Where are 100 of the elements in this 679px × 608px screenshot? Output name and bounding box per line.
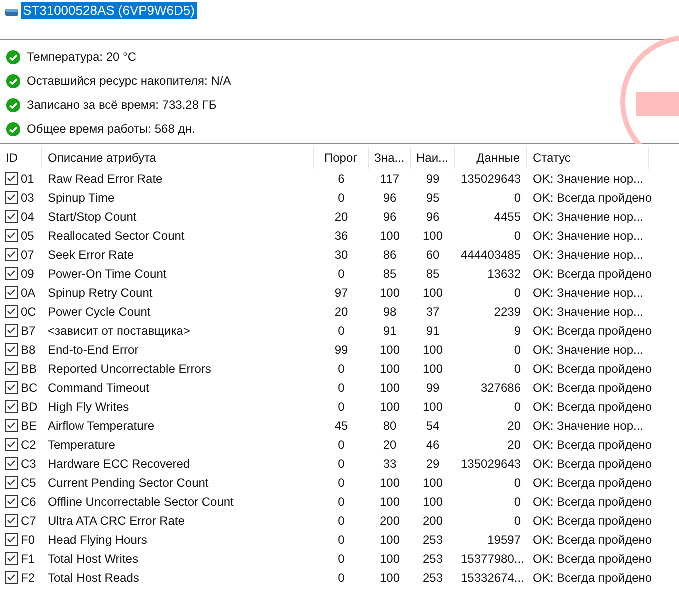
- checkbox[interactable]: [5, 400, 18, 413]
- checkbox[interactable]: [5, 248, 18, 261]
- column-header[interactable]: Зна...: [369, 147, 411, 169]
- attribute-id: BD: [21, 400, 38, 414]
- attribute-id: C3: [21, 456, 36, 470]
- raw-data-cell: 0: [514, 494, 521, 508]
- value-cell: 100: [380, 552, 400, 566]
- attribute-name: Reallocated Sector Count: [48, 228, 185, 242]
- value-cell: 117: [380, 172, 400, 186]
- summary-text: Температура: 20 °C: [27, 50, 136, 64]
- hard-drive-icon: [5, 7, 19, 17]
- threshold-cell: 0: [338, 380, 345, 394]
- threshold-cell: 0: [338, 514, 345, 528]
- attribute-name: Seek Error Rate: [48, 248, 134, 262]
- raw-data-cell: 327686: [480, 380, 521, 394]
- worst-cell: 100: [422, 342, 444, 356]
- checkbox[interactable]: [5, 210, 18, 223]
- raw-data-cell: 0: [514, 342, 521, 356]
- attribute-id: C7: [21, 514, 36, 528]
- checkbox[interactable]: [5, 457, 18, 470]
- attribute-name: Power Cycle Count: [48, 304, 151, 318]
- attribute-name: Current Pending Sector Count: [48, 476, 209, 490]
- threshold-cell: 45: [334, 418, 348, 432]
- worst-cell: 100: [422, 228, 444, 242]
- attribute-name: Spinup Retry Count: [48, 286, 153, 300]
- status-cell: OK: Значение нор...: [533, 342, 644, 356]
- checkbox[interactable]: [5, 571, 18, 584]
- threshold-cell: 0: [338, 190, 345, 204]
- raw-data-cell: 0: [514, 476, 521, 490]
- attribute-id: C2: [21, 438, 36, 452]
- threshold-cell: 99: [334, 342, 348, 356]
- raw-data-cell: 0: [514, 228, 521, 242]
- raw-data-cell: 9: [514, 324, 521, 338]
- raw-data-cell: 135029643: [461, 456, 522, 470]
- checkbox[interactable]: [5, 381, 18, 394]
- threshold-cell: 0: [338, 362, 345, 376]
- threshold-cell: 0: [338, 532, 345, 546]
- status-cell: OK: Значение нор...: [533, 248, 644, 262]
- status-cell: OK: Всегда пройдено: [533, 552, 652, 566]
- value-cell: 96: [383, 190, 397, 204]
- attribute-name: Airflow Temperature: [48, 418, 154, 432]
- attribute-name: Total Host Reads: [48, 570, 140, 584]
- checkbox[interactable]: [5, 476, 18, 489]
- status-cell: OK: Всегда пройдено: [533, 438, 652, 452]
- checkbox[interactable]: [5, 191, 18, 204]
- checkbox[interactable]: [5, 552, 18, 565]
- status-cell: OK: Всегда пройдено: [533, 494, 652, 508]
- checkbox[interactable]: [5, 514, 18, 527]
- value-cell: 200: [380, 514, 400, 528]
- threshold-cell: 20: [334, 210, 348, 224]
- attribute-name: Hardware ECC Recovered: [48, 456, 190, 470]
- checkbox[interactable]: [5, 267, 18, 280]
- worst-cell: 200: [422, 514, 444, 528]
- drive-title[interactable]: ST31000528AS (6VP9W6D5): [21, 2, 197, 19]
- worst-cell: 60: [426, 248, 440, 262]
- checkbox[interactable]: [5, 286, 18, 299]
- column-header[interactable]: ID: [0, 147, 42, 169]
- raw-data-cell: 0: [514, 190, 521, 204]
- attribute-id: BC: [21, 380, 38, 394]
- checkbox[interactable]: [5, 362, 18, 375]
- summary-text: Оставшийся ресурс накопителя: N/A: [27, 74, 232, 88]
- status-cell: OK: Значение нор...: [533, 418, 644, 432]
- column-header[interactable]: Статус: [527, 147, 649, 169]
- checkbox[interactable]: [5, 324, 18, 337]
- checkbox[interactable]: [5, 172, 18, 185]
- raw-data-cell: 15377980...: [461, 552, 524, 566]
- attribute-id: C5: [21, 476, 36, 490]
- attribute-name: Start/Stop Count: [48, 210, 137, 224]
- value-cell: 86: [383, 248, 397, 262]
- worst-cell: 85: [426, 266, 440, 280]
- worst-cell: 29: [426, 456, 440, 470]
- value-cell: 100: [380, 532, 400, 546]
- value-cell: 100: [380, 476, 400, 490]
- status-cell: OK: Значение нор...: [533, 172, 644, 186]
- column-header[interactable]: Порог: [314, 147, 369, 169]
- status-cell: OK: Всегда пройдено: [533, 400, 652, 414]
- column-header[interactable]: Описание атрибута: [42, 147, 314, 169]
- attribute-id: F0: [21, 532, 36, 546]
- checkbox[interactable]: [5, 438, 18, 451]
- column-header[interactable]: Данные: [455, 147, 527, 169]
- attribute-name: Power-On Time Count: [48, 266, 167, 280]
- threshold-cell: 0: [338, 266, 345, 280]
- attribute-id: 09: [21, 266, 34, 280]
- attribute-id: 0A: [21, 286, 36, 300]
- checkbox[interactable]: [5, 419, 18, 432]
- raw-data-cell: 15332674...: [461, 570, 524, 584]
- checkbox[interactable]: [5, 305, 18, 318]
- checkbox[interactable]: [5, 229, 18, 242]
- value-cell: 100: [380, 228, 400, 242]
- status-cell: OK: Значение нор...: [533, 228, 644, 242]
- value-cell: 100: [380, 494, 400, 508]
- checkbox[interactable]: [5, 343, 18, 356]
- value-cell: 98: [383, 304, 397, 318]
- checkbox[interactable]: [5, 533, 18, 546]
- attribute-id: BE: [21, 418, 38, 432]
- checkbox[interactable]: [5, 495, 18, 508]
- column-header[interactable]: Наи...: [411, 147, 455, 169]
- threshold-cell: 30: [334, 248, 348, 262]
- attribute-id: 0C: [21, 304, 36, 318]
- worst-cell: 100: [422, 400, 444, 414]
